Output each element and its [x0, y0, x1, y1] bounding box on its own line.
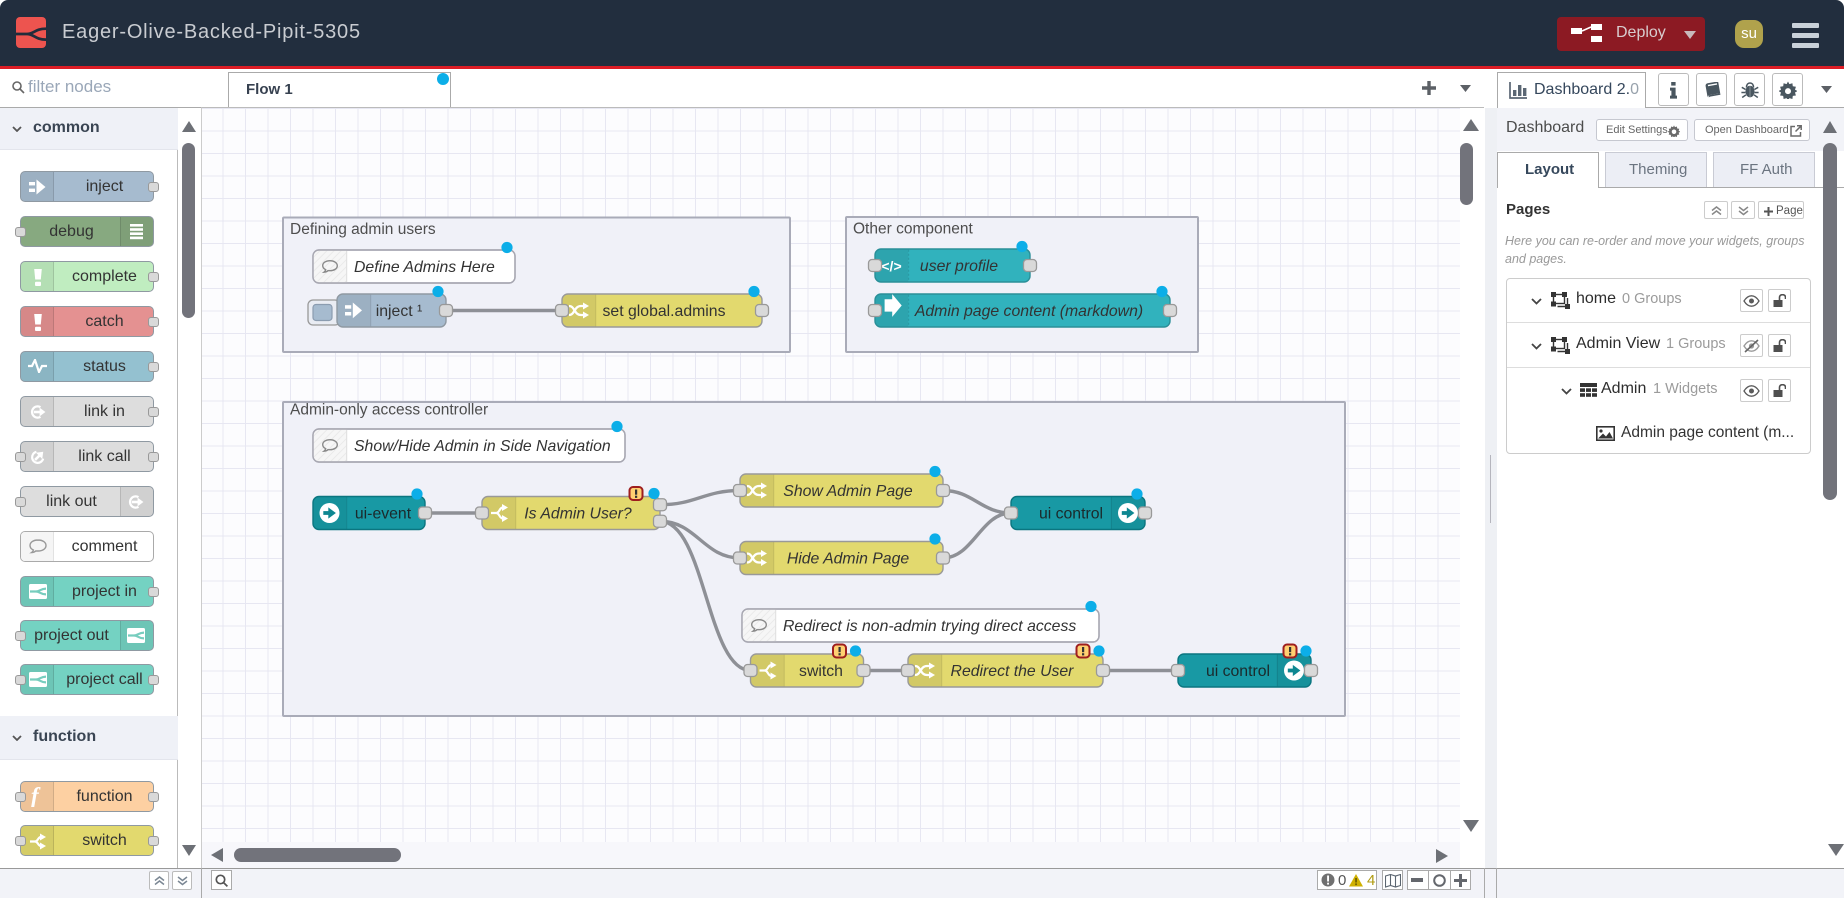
svg-text:ui control: ui control [1206, 663, 1270, 680]
svg-text:Other component: Other component [853, 221, 973, 238]
svg-text:Redirect is non-admin trying d: Redirect is non-admin trying direct acce… [783, 618, 1076, 635]
svg-text:f: f [31, 785, 41, 807]
svg-text:Show Admin Page: Show Admin Page [783, 483, 913, 500]
svg-text:Define Admins Here: Define Admins Here [354, 259, 495, 276]
svg-text:4: 4 [1367, 872, 1375, 888]
svg-text:user profile: user profile [920, 258, 998, 275]
svg-text:switch: switch [799, 663, 843, 680]
svg-text:set global.admins: set global.admins [603, 303, 726, 320]
svg-text:ui-event: ui-event [355, 506, 412, 523]
svg-text:Is Admin User?: Is Admin User? [524, 506, 632, 523]
svg-text:Redirect the User: Redirect the User [951, 663, 1075, 680]
svg-text:Admin page content (markdown): Admin page content (markdown) [914, 303, 1143, 320]
svg-text:Admin-only access controller: Admin-only access controller [290, 402, 488, 419]
svg-text:Defining admin users: Defining admin users [290, 221, 436, 238]
svg-text:Show/Hide Admin in Side Naviga: Show/Hide Admin in Side Navigation [354, 438, 611, 455]
svg-text:0: 0 [1338, 872, 1346, 888]
svg-text:Hide Admin Page: Hide Admin Page [787, 551, 910, 568]
svg-text:</>: </> [881, 258, 901, 274]
svg-text:inject ¹: inject ¹ [376, 303, 423, 320]
svg-text:ui control: ui control [1039, 506, 1103, 523]
